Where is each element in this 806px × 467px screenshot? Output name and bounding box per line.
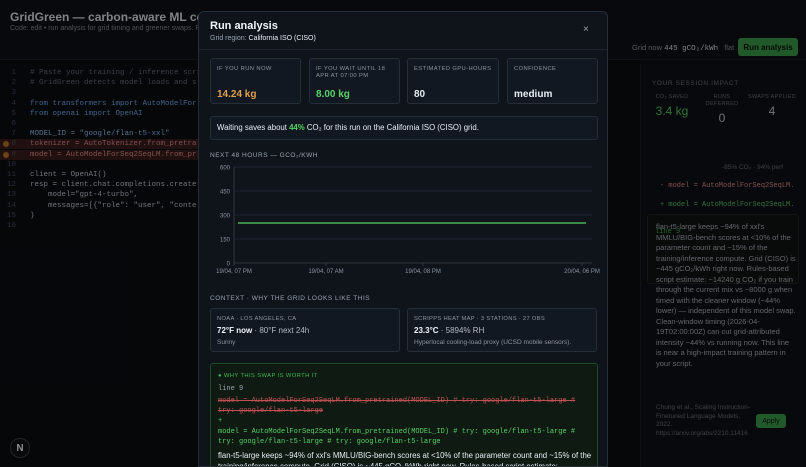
swap-heading: ● WHY THIS SWAP IS WORTH IT [218,373,318,379]
context-section-label: CONTEXT · WHY THE GRID LOOKS LIKE THIS [210,295,371,302]
card-label: CONFIDENCE [514,66,557,72]
swap-added-code: model = AutoModelForSeq2SeqLM.from_pretr… [218,428,576,446]
savings-text-pre: Waiting saves about [217,123,290,132]
scripps-label: SCRIPPS HEAT MAP · 3 STATIONS · 27 OBS [414,316,546,322]
swap-rationale: flan-t5-large keeps ~94% of xxl's MMLU/B… [218,451,592,467]
card-label: IF YOU WAIT UNTIL 18 APR AT 07:00 PM [316,66,386,79]
noaa-temp-forecast: · 80°F next 24h [252,326,310,335]
x-tick-label: 19/04, 07 PM [216,269,252,275]
y-tick-label: 150 [220,238,231,244]
swap-line-number: line 9 [218,385,244,393]
card-value: 80 [414,89,426,100]
savings-percent: 44% [289,123,305,132]
card-wait: IF YOU WAIT UNTIL 18 APR AT 07:00 PM 8.0… [309,58,400,104]
card-run-now: IF YOU RUN NOW 14.24 kg [210,58,301,104]
card-value: 8.00 kg [316,89,350,100]
card-label: IF YOU RUN NOW [217,66,272,72]
savings-banner: Waiting saves about 44% CO₂ for this run… [210,116,598,140]
y-tick-label: 600 [220,166,231,172]
scripps-heatmap-card: SCRIPPS HEAT MAP · 3 STATIONS · 27 OBS 2… [407,308,597,352]
scripps-description: Hyperlocal cooling-load proxy (UCSD mobi… [414,339,572,346]
savings-text-post: CO₂ for this run on the California ISO (… [304,123,479,132]
modal-title: Run analysis [210,20,278,32]
swap-explanation-card: ● WHY THIS SWAP IS WORTH IT line 9 model… [210,363,598,467]
scripps-temp: 23.3°C [414,326,439,335]
card-confidence: CONFIDENCE medium [507,58,598,104]
chart-section-label: NEXT 48 HOURS — GCO₂/KWH [210,152,318,159]
card-value: medium [514,89,553,100]
modal-divider [199,49,607,50]
swap-plus-marker: + [218,417,223,425]
card-value: 14.24 kg [217,89,257,100]
grid-region-value: California ISO (CISO) [248,35,316,42]
grid-region-label: Grid region: [210,35,247,42]
x-tick-label: 20/04, 06 PM [564,269,600,275]
noaa-value: 72°F now · 80°F next 24h [217,326,309,335]
swap-heading-text: WHY THIS SWAP IS WORTH IT [223,373,318,379]
y-tick-label: 0 [227,262,231,268]
grid-region: Grid region: California ISO (CISO) [210,35,316,42]
y-tick-label: 300 [220,214,231,220]
card-gpu-hours: ESTIMATED GPU-HOURS 80 [407,58,499,104]
x-tick-label: 19/04, 08 PM [405,269,441,275]
run-analysis-modal: Run analysis Grid region: California ISO… [198,11,608,467]
scripps-value: 23.3°C · 5894% RH [414,326,484,335]
noaa-temp-now: 72°F now [217,326,253,335]
noaa-weather-card: NOAA · LOS ANGELES, CA 72°F now · 80°F n… [210,308,400,352]
close-icon[interactable]: × [583,24,589,35]
noaa-label: NOAA · LOS ANGELES, CA [217,316,297,322]
grid-intensity-chart: 0 150 300 450 600 19/04, 07 PM 19/04, 07 AM 19/… [216,166,600,276]
y-tick-label: 450 [220,190,231,196]
card-label: ESTIMATED GPU-HOURS [414,66,492,72]
noaa-conditions: Sunny [217,339,236,346]
scripps-humidity: · 5894% RH [438,326,485,335]
x-tick-label: 19/04, 07 AM [308,269,343,275]
swap-removed-code: model = AutoModelForSeq2SeqLM.from_pretr… [218,397,576,415]
